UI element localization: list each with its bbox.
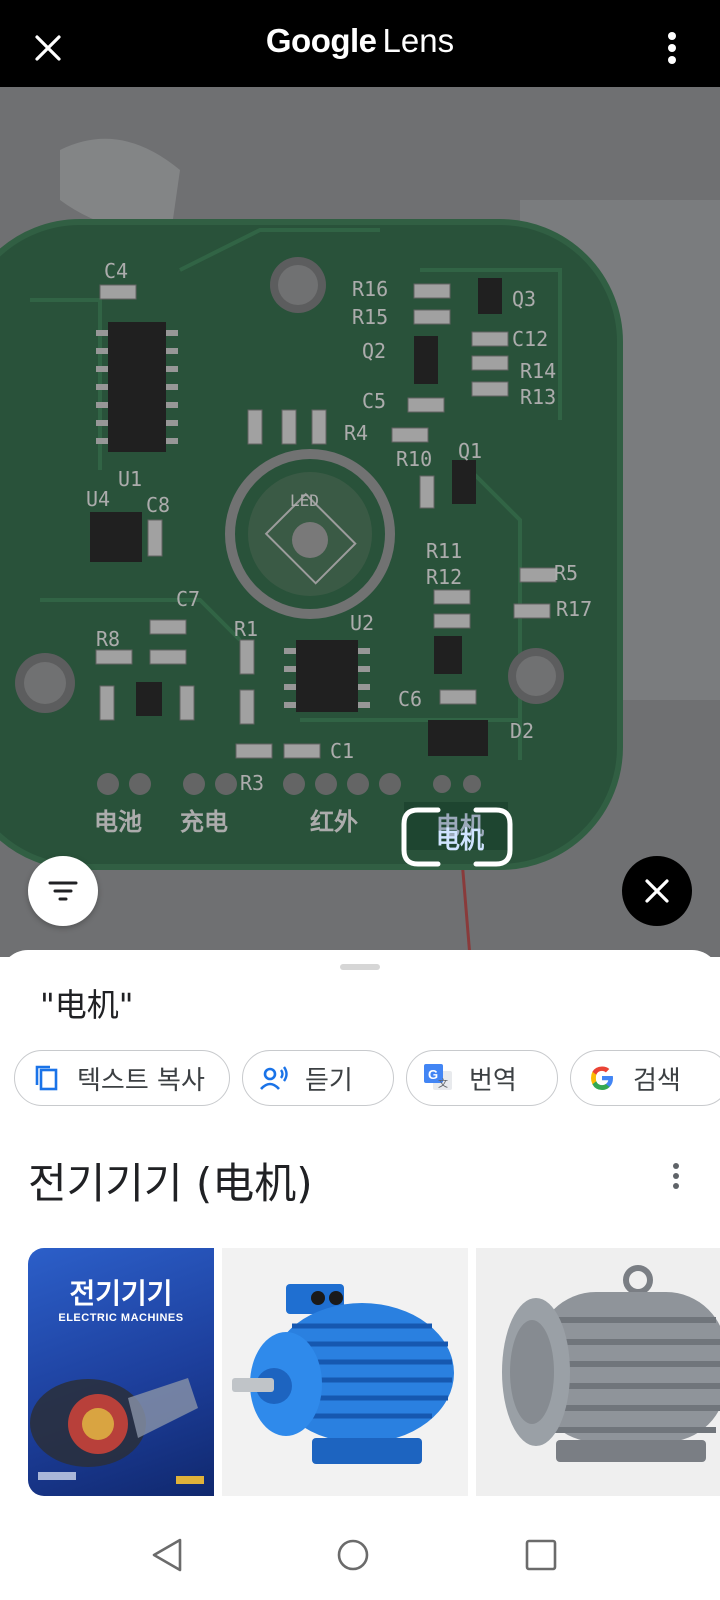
image-results: 전기기기 ELECTRIC MACHINES xyxy=(28,1248,720,1496)
motor-illustration xyxy=(30,1378,204,1484)
google-icon xyxy=(587,1063,617,1093)
app-title-product: Lens xyxy=(382,22,455,59)
system-nav-bar xyxy=(0,1510,720,1600)
translate-chip[interactable]: G文 번역 xyxy=(406,1050,558,1106)
selected-text: 电机 xyxy=(436,826,484,854)
listen-icon xyxy=(259,1063,289,1093)
result-title: 전기기기 (电机) xyxy=(28,1159,313,1208)
copy-icon xyxy=(31,1063,61,1093)
more-vert-icon[interactable] xyxy=(650,26,694,70)
filter-button[interactable] xyxy=(28,856,98,926)
search-chip[interactable]: 검색 xyxy=(570,1050,720,1106)
svg-text:文: 文 xyxy=(438,1077,448,1090)
translate-icon: G文 xyxy=(423,1063,453,1093)
top-app-bar: Google Lens xyxy=(0,0,720,87)
close-icon xyxy=(645,879,669,903)
recents-icon[interactable] xyxy=(516,1530,566,1580)
svg-text:G: G xyxy=(428,1067,438,1082)
result-image-gray-motor[interactable] xyxy=(476,1248,720,1496)
listen-label: 듣기 xyxy=(305,1065,353,1096)
detected-text-quote: "电机" xyxy=(40,986,134,1024)
copy-text-label: 텍스트 복사 xyxy=(77,1065,205,1096)
home-icon[interactable] xyxy=(328,1530,378,1580)
action-chips: 텍스트 복사 듣기 G文 번역 검색 xyxy=(14,1050,720,1108)
result-image-blue-motor[interactable] xyxy=(222,1248,468,1496)
app-title-brand: Google xyxy=(265,22,377,59)
results-sheet: "电机" 텍스트 복사 듣기 G文 번역 검색 전기기기 (电机) 전기기기 E… xyxy=(0,950,720,1510)
translate-label: 번역 xyxy=(469,1065,517,1096)
text-selection-box[interactable]: 电机 xyxy=(398,806,516,868)
listen-chip[interactable]: 듣기 xyxy=(242,1050,394,1106)
camera-photo[interactable]: C4 R16 Q3 R15 C12 Q2 R14 R13 C5 R4 R10 Q1 U1 U4 C8… xyxy=(0,87,720,957)
back-icon[interactable] xyxy=(142,1530,192,1580)
copy-text-chip[interactable]: 텍스트 복사 xyxy=(14,1050,230,1106)
filter-icon xyxy=(48,881,78,901)
photo-dim-overlay xyxy=(0,87,720,957)
more-vert-icon[interactable] xyxy=(654,1154,698,1198)
app-title: Google Lens xyxy=(0,22,720,60)
sheet-drag-handle[interactable] xyxy=(340,964,380,970)
search-label: 검색 xyxy=(633,1065,681,1096)
clear-selection-button[interactable] xyxy=(622,856,692,926)
result-image-book[interactable]: 전기기기 ELECTRIC MACHINES xyxy=(28,1248,214,1496)
